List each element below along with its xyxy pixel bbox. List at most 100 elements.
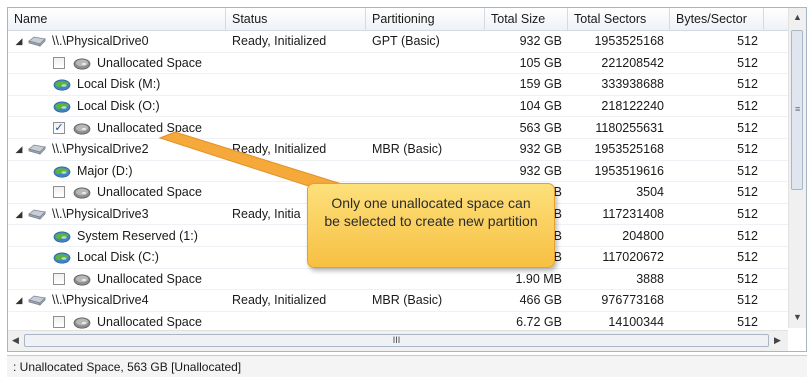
- column-partitioning[interactable]: Partitioning: [366, 8, 485, 30]
- size-cell: 466 GB: [519, 293, 562, 308]
- bytes-sector-cell: 512: [737, 293, 758, 308]
- unallocated-disk-icon: [73, 121, 91, 135]
- item-name: Unallocated Space: [97, 55, 202, 70]
- select-checkbox[interactable]: [53, 316, 65, 329]
- size-cell: 104 GB: [519, 99, 562, 114]
- sectors-cell: 3888: [636, 271, 664, 286]
- sectors-cell: 218122240: [601, 99, 664, 114]
- unallocated-disk-icon: [73, 56, 91, 70]
- column-bytes-sector[interactable]: Bytes/Sector: [670, 8, 764, 30]
- triangle-down-icon[interactable]: ◢: [14, 144, 24, 155]
- sectors-cell: 221208542: [601, 55, 664, 70]
- status-cell: Ready, Initialized: [232, 293, 327, 308]
- item-name: Local Disk (O:): [77, 99, 160, 114]
- vertical-scroll-thumb[interactable]: ≡: [791, 30, 803, 190]
- sectors-cell: 1180255631: [595, 120, 664, 135]
- size-cell: 932 GB: [519, 142, 562, 157]
- triangle-down-icon[interactable]: ◢: [14, 295, 24, 306]
- status-cell: Ready, Initialized: [232, 142, 327, 157]
- item-name: Unallocated Space: [97, 120, 202, 135]
- item-name: \\.\PhysicalDrive2: [52, 142, 149, 157]
- scroll-down-icon[interactable]: ▼: [793, 312, 802, 322]
- item-name: \\.\PhysicalDrive4: [52, 293, 149, 308]
- select-checkbox[interactable]: [53, 56, 65, 69]
- name-cell: Unallocated Space: [8, 315, 226, 329]
- column-status[interactable]: Status: [226, 8, 366, 30]
- column-total-sectors[interactable]: Total Sectors: [568, 8, 670, 30]
- select-checkbox[interactable]: [53, 272, 65, 285]
- triangle-down-icon[interactable]: ◢: [14, 36, 24, 47]
- item-name: Local Disk (M:): [77, 77, 161, 92]
- horizontal-scroll-thumb[interactable]: III: [24, 334, 769, 347]
- sectors-cell: 1953525168: [594, 34, 664, 49]
- name-cell: Local Disk (C:): [8, 250, 226, 264]
- volume-icon: [53, 77, 71, 92]
- triangle-down-icon[interactable]: ◢: [14, 209, 24, 220]
- item-name: System Reserved (1:): [77, 228, 198, 243]
- unallocated-row[interactable]: Unallocated Space 105 GB 221208542 512: [8, 53, 788, 75]
- bytes-sector-cell: 512: [737, 163, 758, 178]
- name-cell: Unallocated Space: [8, 185, 226, 199]
- scroll-right-icon[interactable]: ▶: [774, 335, 781, 346]
- unallocated-row[interactable]: ✓ Unallocated Space 563 GB 1180255631 512: [8, 117, 788, 139]
- size-cell: 932 GB: [519, 34, 562, 49]
- sectors-cell: 333938688: [601, 77, 664, 92]
- volume-icon: [53, 164, 71, 178]
- scroll-left-icon[interactable]: ◀: [12, 335, 19, 346]
- item-name: Unallocated Space: [97, 271, 202, 286]
- name-cell: ✓ Unallocated Space: [8, 121, 226, 135]
- hard-drive-icon: [28, 293, 46, 307]
- name-cell: System Reserved (1:): [8, 229, 226, 243]
- column-name[interactable]: Name: [8, 8, 226, 30]
- item-name: Unallocated Space: [97, 185, 202, 200]
- bytes-sector-cell: 512: [737, 142, 758, 157]
- item-name: \\.\PhysicalDrive0: [52, 34, 149, 49]
- bytes-sector-cell: 512: [737, 77, 758, 92]
- tooltip-callout: Only one unallocated space can be select…: [307, 183, 555, 268]
- status-cell: Ready, Initialized: [232, 34, 327, 49]
- bytes-sector-cell: 512: [737, 55, 758, 70]
- volume-icon: [53, 99, 71, 113]
- name-cell: ◢ \\.\PhysicalDrive0: [8, 34, 226, 48]
- size-cell: 1.90 MB: [515, 271, 562, 286]
- name-cell: Major (D:): [8, 164, 226, 178]
- horizontal-scrollbar[interactable]: ◀ III ▶: [8, 330, 788, 351]
- select-checkbox[interactable]: ✓: [53, 121, 65, 134]
- sectors-cell: 1953525168: [594, 142, 664, 157]
- disk-row[interactable]: ◢ \\.\PhysicalDrive2 Ready, Initialized MBR…: [8, 139, 788, 161]
- name-cell: Local Disk (O:): [8, 99, 226, 113]
- item-name: Local Disk (C:): [77, 250, 159, 265]
- unallocated-disk-icon: [73, 315, 91, 329]
- bytes-sector-cell: 512: [737, 228, 758, 243]
- hard-drive-icon: [28, 142, 46, 156]
- scroll-up-icon[interactable]: ▲: [793, 12, 802, 22]
- column-total-size[interactable]: Total Size: [485, 8, 568, 30]
- bytes-sector-cell: 512: [737, 99, 758, 114]
- bytes-sector-cell: 512: [737, 207, 758, 222]
- scroll-grip-icon: III: [392, 335, 401, 345]
- unallocated-row[interactable]: Unallocated Space 1.90 MB 3888 512: [8, 269, 788, 291]
- disk-list-panel: Name Status Partitioning Total Size Tota…: [7, 7, 807, 352]
- partitioning-cell: GPT (Basic): [372, 34, 440, 49]
- disk-row[interactable]: ◢ \\.\PhysicalDrive0 Ready, Initialized GPT…: [8, 31, 788, 53]
- name-cell: Local Disk (M:): [8, 77, 226, 91]
- volume-row[interactable]: Major (D:) 932 GB 1953519616 512: [8, 161, 788, 183]
- select-checkbox[interactable]: [53, 186, 65, 199]
- sectors-cell: 204800: [622, 228, 664, 243]
- item-name: \\.\PhysicalDrive3: [52, 207, 149, 222]
- volume-row[interactable]: Local Disk (O:) 104 GB 218122240 512: [8, 96, 788, 118]
- hard-drive-icon: [28, 34, 46, 48]
- bytes-sector-cell: 512: [737, 185, 758, 200]
- disk-row[interactable]: ◢ \\.\PhysicalDrive4 Ready, Initialized MBR…: [8, 290, 788, 312]
- size-cell: 159 GB: [519, 77, 562, 92]
- scroll-grip-icon: ≡: [795, 104, 801, 114]
- bytes-sector-cell: 512: [737, 34, 758, 49]
- vertical-scrollbar[interactable]: ▲ ≡ ▼: [788, 8, 806, 328]
- name-cell: Unallocated Space: [8, 272, 226, 286]
- column-header: Name Status Partitioning Total Size Tota…: [8, 8, 788, 31]
- size-cell: 563 GB: [519, 120, 562, 135]
- volume-row[interactable]: Local Disk (M:) 159 GB 333938688 512: [8, 74, 788, 96]
- name-cell: ◢ \\.\PhysicalDrive3: [8, 207, 226, 221]
- volume-icon: [53, 250, 71, 264]
- bytes-sector-cell: 512: [737, 271, 758, 286]
